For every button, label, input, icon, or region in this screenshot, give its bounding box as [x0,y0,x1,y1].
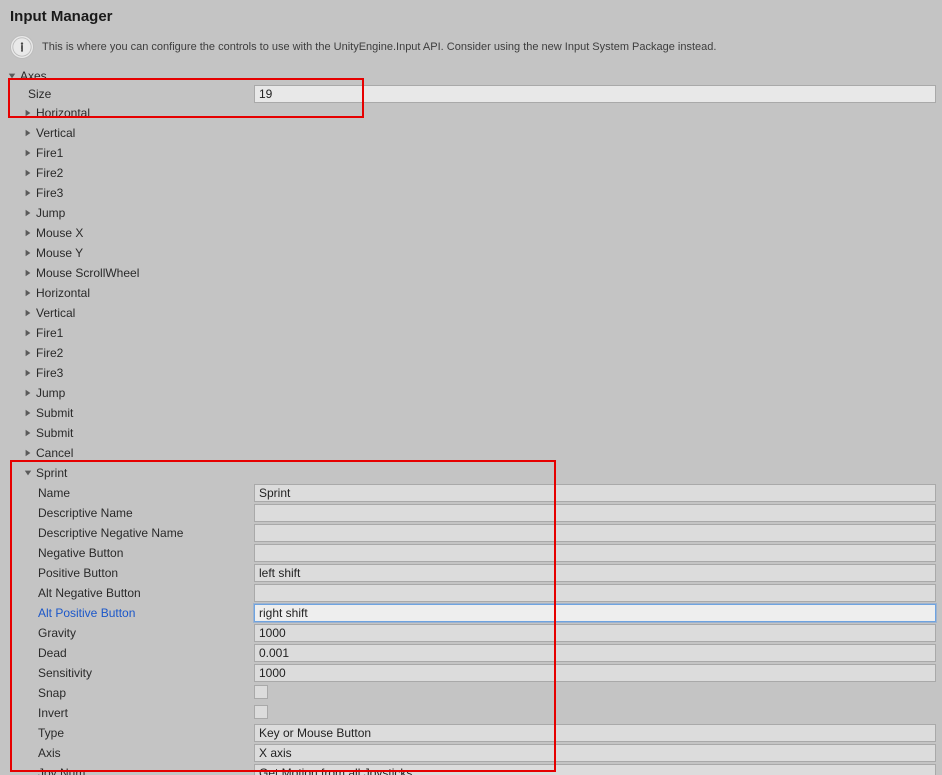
altposbtn-label: Alt Positive Button [6,606,254,620]
panel-title: Input Manager [0,0,942,31]
gravity-input[interactable] [254,624,936,642]
axis-foldout[interactable]: Mouse ScrollWheel [6,263,942,283]
axis-item-label: Fire3 [36,366,63,380]
axis-foldout[interactable]: Vertical [6,123,942,143]
axis-foldout[interactable]: Horizontal [6,283,942,303]
chevron-right-icon [22,387,34,399]
descname-label: Descriptive Name [6,506,254,520]
size-label: Size [6,87,254,101]
sprint-header-label: Sprint [36,466,67,480]
chevron-down-icon [22,467,34,479]
posbtn-input[interactable] [254,564,936,582]
axis-foldout[interactable]: Fire1 [6,323,942,343]
axis-foldout[interactable]: Fire3 [6,363,942,383]
posbtn-label: Positive Button [6,566,254,580]
axis-item-label: Cancel [36,446,73,460]
chevron-right-icon [22,447,34,459]
snap-checkbox[interactable] [254,685,268,699]
axis-foldout[interactable]: Fire2 [6,163,942,183]
descname-input[interactable] [254,504,936,522]
altnegbtn-input[interactable] [254,584,936,602]
gravity-label: Gravity [6,626,254,640]
chevron-right-icon [22,407,34,419]
altnegbtn-label: Alt Negative Button [6,586,254,600]
type-dropdown[interactable] [254,724,936,742]
type-label: Type [6,726,254,740]
axis-item-label: Mouse ScrollWheel [36,266,139,280]
chevron-right-icon [22,267,34,279]
axis-item-label: Fire1 [36,326,63,340]
altposbtn-input[interactable] [254,604,936,622]
axis-label: Axis [6,746,254,760]
chevron-right-icon [22,167,34,179]
dead-input[interactable] [254,644,936,662]
chevron-right-icon [22,127,34,139]
axis-foldout[interactable]: Cancel [6,443,942,463]
axis-foldout[interactable]: Vertical [6,303,942,323]
joynum-dropdown[interactable] [254,764,936,775]
chevron-right-icon [22,367,34,379]
axes-foldout[interactable]: Axes [6,67,942,85]
axis-item-label: Vertical [36,126,75,140]
negbtn-input[interactable] [254,544,936,562]
axis-item-label: Jump [36,386,65,400]
chevron-right-icon [22,227,34,239]
axis-item-label: Submit [36,406,73,420]
axis-item-label: Horizontal [36,106,90,120]
invert-checkbox[interactable] [254,705,268,719]
chevron-right-icon [22,287,34,299]
axis-item-label: Fire3 [36,186,63,200]
axis-item-label: Vertical [36,306,75,320]
dead-label: Dead [6,646,254,660]
axis-foldout[interactable]: Mouse X [6,223,942,243]
info-text: This is where you can configure the cont… [42,41,716,53]
sensitivity-label: Sensitivity [6,666,254,680]
sprint-foldout[interactable]: Sprint [6,463,942,483]
chevron-right-icon [22,147,34,159]
axis-foldout[interactable]: Submit [6,403,942,423]
axis-foldout[interactable]: Horizontal [6,103,942,123]
size-row: Size [6,85,942,103]
chevron-down-icon [6,70,18,82]
axis-item-label: Jump [36,206,65,220]
axis-dropdown[interactable] [254,744,936,762]
joynum-label: Joy Num [6,766,254,775]
axis-foldout[interactable]: Fire1 [6,143,942,163]
info-icon [10,35,34,59]
axis-foldout[interactable]: Fire2 [6,343,942,363]
chevron-right-icon [22,207,34,219]
chevron-right-icon [22,427,34,439]
name-label: Name [6,486,254,500]
size-input[interactable] [254,85,936,103]
negbtn-label: Negative Button [6,546,254,560]
axis-foldout[interactable]: Fire3 [6,183,942,203]
axis-foldout[interactable]: Jump [6,383,942,403]
chevron-right-icon [22,247,34,259]
invert-label: Invert [6,706,254,720]
axis-item-label: Mouse Y [36,246,83,260]
axis-item-label: Mouse X [36,226,83,240]
chevron-right-icon [22,347,34,359]
axis-item-label: Fire2 [36,166,63,180]
chevron-right-icon [22,307,34,319]
descnegname-input[interactable] [254,524,936,542]
axis-item-label: Submit [36,426,73,440]
axis-item-label: Fire2 [36,346,63,360]
chevron-right-icon [22,107,34,119]
axis-foldout[interactable]: Submit [6,423,942,443]
axis-foldout[interactable]: Mouse Y [6,243,942,263]
axis-foldout[interactable]: Jump [6,203,942,223]
name-input[interactable] [254,484,936,502]
chevron-right-icon [22,327,34,339]
axes-label: Axes [20,69,47,83]
chevron-right-icon [22,187,34,199]
axis-item-label: Horizontal [36,286,90,300]
descnegname-label: Descriptive Negative Name [6,526,254,540]
sensitivity-input[interactable] [254,664,936,682]
axis-item-label: Fire1 [36,146,63,160]
snap-label: Snap [6,686,254,700]
